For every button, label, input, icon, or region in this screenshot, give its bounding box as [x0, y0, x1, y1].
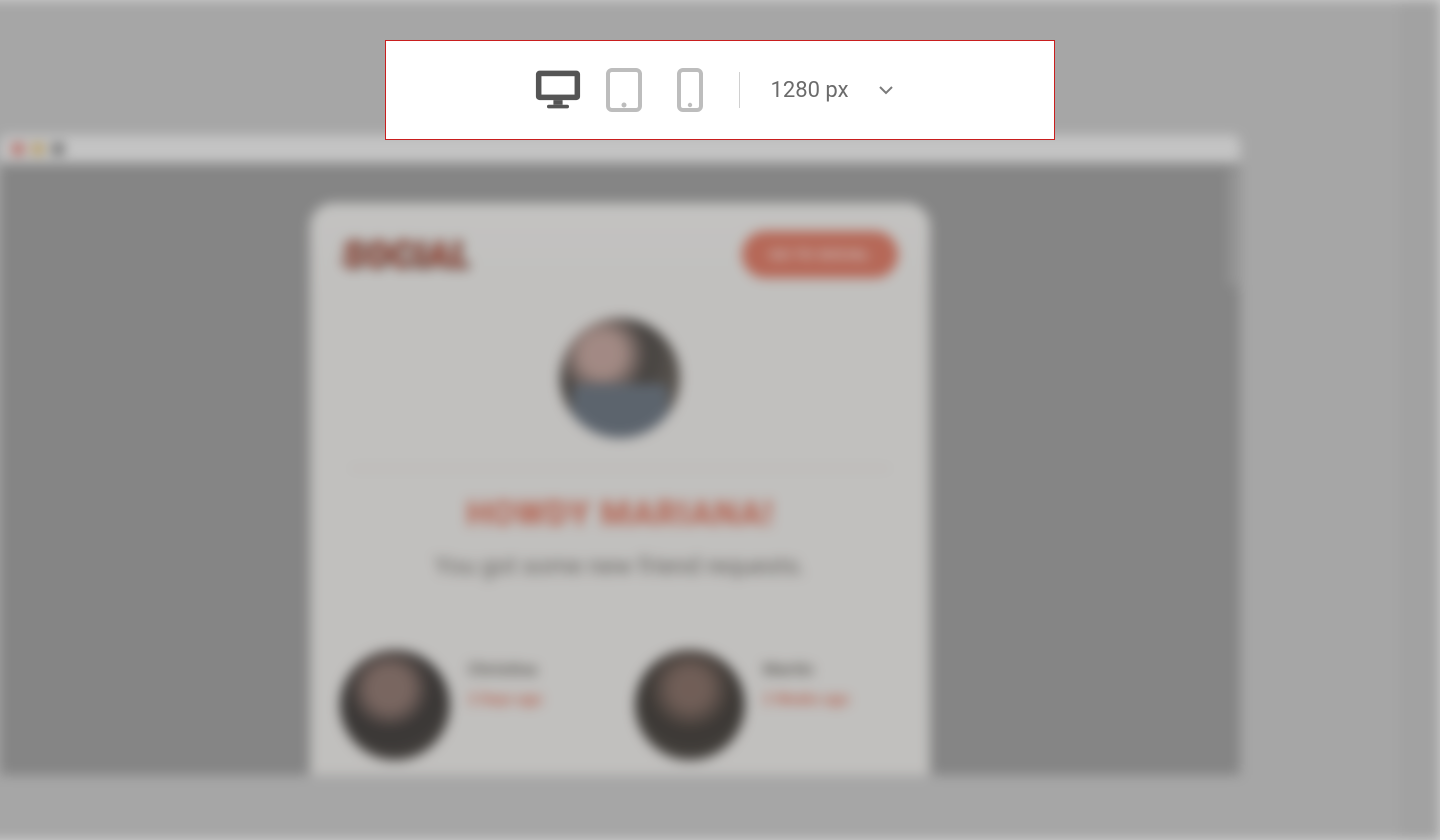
- viewport-width-label: 1280 px: [770, 78, 848, 103]
- avatar: [635, 650, 745, 760]
- desktop-view-button[interactable]: [535, 67, 581, 113]
- friend-name: Christina: [468, 660, 542, 680]
- friend-name: Martin: [763, 660, 849, 680]
- viewport-width-select[interactable]: 1280 px: [770, 78, 904, 103]
- logo: SOCIAL: [342, 234, 470, 276]
- mobile-icon: [677, 68, 703, 112]
- divider: [350, 468, 890, 469]
- toolbar-divider: [739, 72, 740, 108]
- email-hero: HOWDY MARIANA! You got some new friend r…: [310, 298, 930, 630]
- avatar: [340, 650, 450, 760]
- tablet-view-button[interactable]: [601, 67, 647, 113]
- email-card: SOCIAL GO TO SOCIAL HOWDY MARIANA! You g…: [310, 203, 930, 775]
- friend-time: 2 Weeks ago: [763, 690, 849, 708]
- list-item: Christina 2 Days ago: [340, 650, 605, 760]
- avatar: [560, 318, 680, 438]
- traffic-light-zoom-icon: [52, 143, 64, 155]
- friend-info: Martin 2 Weeks ago: [763, 650, 849, 708]
- chevron-down-icon: [877, 81, 895, 99]
- device-preview-toolbar: 1280 px: [385, 40, 1055, 140]
- friends-row: Christina 2 Days ago Martin 2 Weeks ago: [310, 630, 930, 760]
- tablet-icon: [606, 68, 642, 112]
- subheading: You got some new friend requests.: [350, 552, 890, 580]
- email-header: SOCIAL GO TO SOCIAL: [310, 203, 930, 298]
- greeting: HOWDY MARIANA!: [350, 494, 890, 534]
- desktop-icon: [535, 69, 581, 111]
- friend-info: Christina 2 Days ago: [468, 650, 542, 708]
- traffic-light-minimize-icon: [32, 143, 44, 155]
- list-item: Martin 2 Weeks ago: [635, 650, 900, 760]
- browser-frame: SOCIAL GO TO SOCIAL HOWDY MARIANA! You g…: [0, 135, 1240, 775]
- mobile-view-button[interactable]: [667, 67, 713, 113]
- traffic-light-close-icon: [12, 143, 24, 155]
- friend-time: 2 Days ago: [468, 690, 542, 708]
- scrollbar[interactable]: [1228, 167, 1238, 287]
- go-to-social-button[interactable]: GO TO SOCIAL: [742, 231, 898, 278]
- browser-viewport: SOCIAL GO TO SOCIAL HOWDY MARIANA! You g…: [0, 163, 1240, 775]
